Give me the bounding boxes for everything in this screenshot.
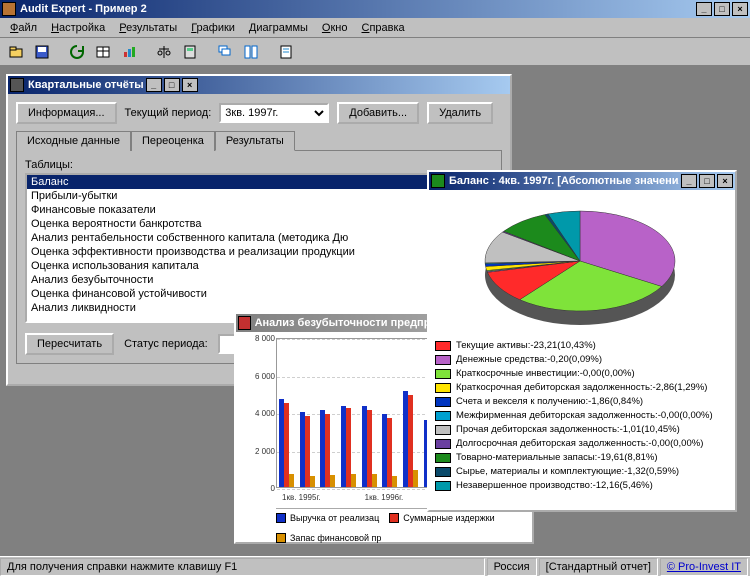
menu-charts[interactable]: Графики	[185, 20, 241, 36]
app-title: Audit Expert - Пример 2	[20, 0, 147, 18]
tool-chart-icon[interactable]	[117, 41, 140, 63]
app-titlebar: Audit Expert - Пример 2 _ □ ×	[0, 0, 750, 18]
list-item[interactable]: Баланс	[27, 175, 449, 189]
legend-item: Незавершенное производство:-12,16(5,46%)	[435, 479, 729, 493]
menu-diagrams[interactable]: Диаграммы	[243, 20, 314, 36]
legend-item: Суммарные издержки	[389, 513, 494, 523]
list-item[interactable]: Оценка использования капитала	[27, 259, 449, 273]
maximize-button[interactable]: □	[714, 2, 730, 16]
tool-save-icon[interactable]	[30, 41, 53, 63]
pie-chart-legend: Текущие активы:-23,21(10,43%)Денежные ср…	[435, 339, 729, 493]
barchart-icon	[238, 316, 251, 330]
tool-open-icon[interactable]	[4, 41, 27, 63]
tab-reval[interactable]: Переоценка	[131, 131, 215, 151]
piechart-window: Баланс : 4кв. 1997г. [Абсолютные значени…	[427, 170, 737, 512]
bar-chart-legend: Выручка от реализац Суммарные издержки Зап…	[276, 508, 526, 543]
recalc-button[interactable]: Пересчитать	[25, 333, 114, 355]
app-icon	[2, 2, 16, 16]
tabstrip: Исходные данные Переоценка Результаты	[16, 130, 502, 151]
toolbar	[0, 38, 750, 66]
tables-listbox[interactable]: БалансПрибыли-убыткиФинансовые показател…	[25, 173, 451, 323]
piechart-close[interactable]: ×	[717, 174, 733, 188]
statusbar: Для получения справки нажмите клавишу F1…	[0, 556, 750, 576]
mdi-area: Квартальные отчёты _ □ × Информация... Т…	[0, 66, 750, 556]
reports-maximize[interactable]: □	[164, 78, 180, 92]
legend-item: Сырье, материалы и комплектующие:-1,32(0…	[435, 465, 729, 479]
piechart-title: Баланс : 4кв. 1997г. [Абсолютные значени…	[449, 175, 679, 187]
reports-title: Квартальные отчёты	[28, 79, 144, 91]
tables-label: Таблицы:	[25, 159, 493, 171]
list-item[interactable]: Оценка вероятности банкротства	[27, 217, 449, 231]
list-item[interactable]: Финансовые показатели	[27, 203, 449, 217]
menu-file[interactable]: Файл	[4, 20, 43, 36]
list-item[interactable]: Прибыли-убытки	[27, 189, 449, 203]
legend-item: Текущие активы:-23,21(10,43%)	[435, 339, 729, 353]
reports-titlebar[interactable]: Квартальные отчёты _ □ ×	[8, 76, 510, 94]
minimize-button[interactable]: _	[696, 2, 712, 16]
status-report: [Стандартный отчет]	[539, 558, 658, 576]
tool-balance-icon[interactable]	[152, 41, 175, 63]
list-item[interactable]: Анализ рентабельности собственного капит…	[27, 231, 449, 245]
legend-item: Краткосрочная дебиторская задолженность:…	[435, 381, 729, 395]
reports-minimize[interactable]: _	[146, 78, 162, 92]
status-period-label: Статус периода:	[124, 338, 208, 350]
legend-item: Прочая дебиторская задолженность:-1,01(1…	[435, 423, 729, 437]
tab-results[interactable]: Результаты	[215, 131, 295, 151]
list-item[interactable]: Анализ безубыточности	[27, 273, 449, 287]
period-label: Текущий период:	[125, 107, 212, 119]
legend-item: Денежные средства:-0,20(0,09%)	[435, 353, 729, 367]
tool-report-icon[interactable]	[274, 41, 297, 63]
legend-item: Запас финансовой пр	[276, 533, 381, 543]
legend-item: Счета и векселя к получению:-1,86(0,84%)	[435, 395, 729, 409]
reports-close[interactable]: ×	[182, 78, 198, 92]
reports-icon	[10, 78, 24, 92]
piechart-icon	[431, 174, 445, 188]
tool-tile-icon[interactable]	[239, 41, 262, 63]
piechart-titlebar[interactable]: Баланс : 4кв. 1997г. [Абсолютные значени…	[429, 172, 735, 190]
add-button[interactable]: Добавить...	[337, 102, 419, 124]
info-button[interactable]: Информация...	[16, 102, 117, 124]
tool-calc-icon[interactable]	[178, 41, 201, 63]
piechart-maximize[interactable]: □	[699, 174, 715, 188]
tool-refresh-icon[interactable]	[65, 41, 88, 63]
list-item[interactable]: Оценка эффективности производства и реал…	[27, 245, 449, 259]
legend-item: Выручка от реализац	[276, 513, 379, 523]
menu-window[interactable]: Окно	[316, 20, 354, 36]
tab-source[interactable]: Исходные данные	[16, 131, 131, 151]
legend-item: Межфирменная дебиторская задолженность:-…	[435, 409, 729, 423]
tool-table-icon[interactable]	[91, 41, 114, 63]
piechart-minimize[interactable]: _	[681, 174, 697, 188]
close-button[interactable]: ×	[732, 2, 748, 16]
legend-item: Товарно-материальные запасы:-19,61(8,81%…	[435, 451, 729, 465]
menu-help[interactable]: Справка	[356, 20, 411, 36]
list-item[interactable]: Оценка финансовой устойчивости	[27, 287, 449, 301]
menubar: Файл Настройка Результаты Графики Диагра…	[0, 18, 750, 38]
tool-cascade-icon[interactable]	[213, 41, 236, 63]
legend-item: Долгосрочная дебиторская задолженность:-…	[435, 437, 729, 451]
delete-button[interactable]: Удалить	[427, 102, 493, 124]
menu-settings[interactable]: Настройка	[45, 20, 111, 36]
status-link[interactable]: © Pro-Invest IT	[660, 558, 748, 576]
period-combo[interactable]: 3кв. 1997г.	[219, 103, 329, 123]
status-country: Россия	[487, 558, 537, 576]
pie-chart	[435, 196, 725, 336]
legend-item: Краткосрочные инвестиции:-0,00(0,00%)	[435, 367, 729, 381]
status-hint: Для получения справки нажмите клавишу F1	[0, 558, 485, 576]
menu-results[interactable]: Результаты	[113, 20, 183, 36]
